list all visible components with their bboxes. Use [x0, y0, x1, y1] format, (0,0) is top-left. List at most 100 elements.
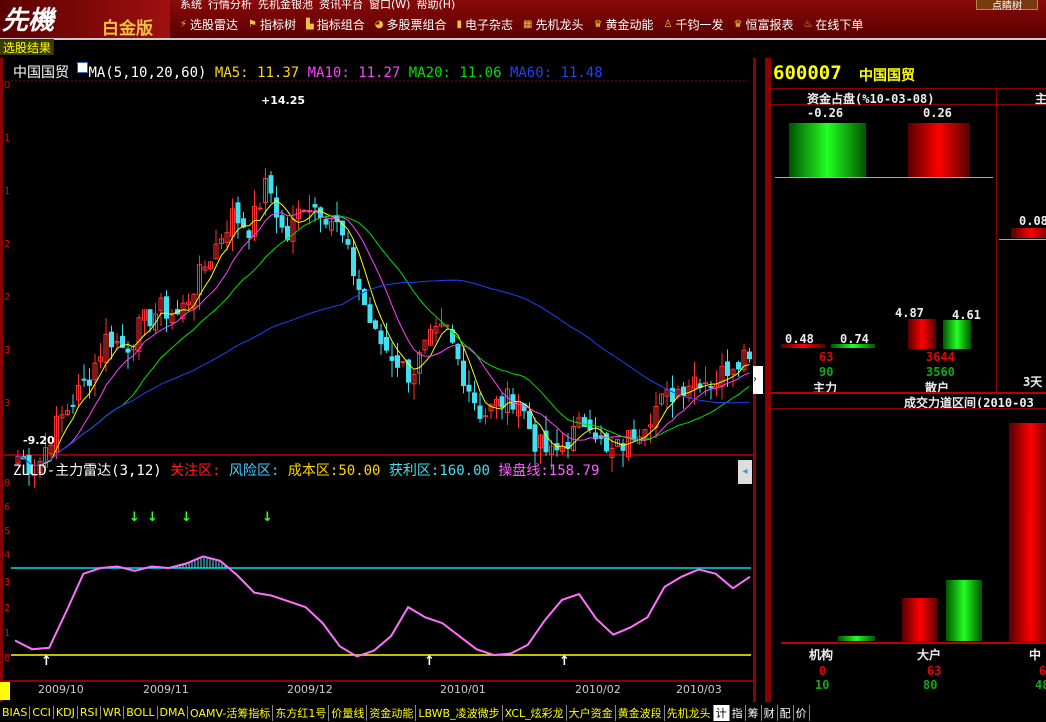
toolbar-button[interactable]: ◕ 多股票组合 [375, 16, 447, 33]
menu-item[interactable]: 帮助(H) [416, 0, 455, 11]
menu-item[interactable]: 先机金银池 [258, 0, 313, 11]
toolbar-button[interactable]: ▙ 指标组合 [306, 16, 365, 33]
candle [466, 384, 472, 392]
fund-flow-panel: 600007 中国国贸 资金占盘(%10-03-08) 主 -0.26 0.26… [765, 58, 1046, 702]
sell-arrow-icon: ↓ [262, 510, 273, 525]
y-tick: 3 [4, 398, 10, 409]
candle [164, 296, 169, 319]
high-label: +14.25 [261, 94, 305, 107]
expand-right-panel-button[interactable]: › [753, 366, 763, 394]
indicator-tabs: BIAS CCI KDJ RSI WR BOLL DMA OAMV-活筹指标 东方红1号 价量线资… [0, 703, 1046, 722]
candle [367, 304, 373, 323]
toolbar: ⚡ 选股雷达 ⚑ 指标树 ▙ 指标组合 ◕ 多股票组合 ▮ 电子杂志 ▦ 先机龙头 ♛ 黄金动能 ♙ 千钧一发… [180, 16, 863, 33]
risk-zone: 风险区: [229, 463, 280, 479]
trade-line-curve [14, 555, 751, 658]
toolbar-label: 多股票组合 [386, 18, 447, 32]
date-label: 2010/02 [575, 683, 621, 696]
calendar-icon: ▦ [523, 19, 533, 30]
tab-bar [0, 38, 1046, 56]
tab-14[interactable]: 黄金波段 [616, 704, 665, 721]
toolbar-button[interactable]: ♛ 恒富报表 [733, 16, 793, 33]
candle [477, 405, 483, 419]
tab-select-results[interactable]: 选股结果 [0, 39, 55, 55]
candle [532, 424, 538, 452]
tab-11[interactable]: LBWB_凌波微步 [416, 704, 503, 721]
candle [395, 355, 400, 368]
menu-item[interactable]: 资讯平台 [319, 0, 363, 11]
crown-icon: ♛ [733, 19, 743, 30]
tab-13[interactable]: 大户资金 [567, 704, 616, 721]
indicator-title: ZLLD-主力雷达(3,12) [13, 463, 162, 479]
logo: 先機 白金版 [0, 0, 170, 39]
candle [703, 382, 708, 385]
date-label: 2009/10 [38, 683, 84, 696]
tab-0[interactable]: BIAS [0, 706, 31, 719]
chart-area: 中国国贸 MA(5,10,20,60) MA5: 11.37 MA10: 11.… [0, 58, 763, 702]
date-label: 2009/12 [287, 683, 333, 696]
tab-10[interactable]: 资金动能 [367, 704, 417, 721]
login-button[interactable]: 点睛树 [976, 0, 1038, 12]
sell-arrow-icon: ↓ [129, 510, 140, 525]
tab-4[interactable]: WR [101, 706, 125, 719]
tab-12[interactable]: XCL_炫彩龙 [503, 704, 567, 721]
tab-1[interactable]: CCI [30, 706, 54, 719]
tab-3[interactable]: RSI [78, 706, 101, 719]
candle [670, 387, 675, 403]
candle [235, 202, 241, 224]
buy-arrow-icon: ↑ [559, 654, 570, 669]
value: 63 [819, 350, 834, 364]
tab-19[interactable]: 财 [762, 704, 778, 721]
buy-arrow-icon: ↑ [424, 654, 435, 669]
menu-item[interactable]: 窗口(W) [369, 0, 410, 11]
y-tick: 8 [4, 478, 10, 489]
candle [351, 247, 356, 277]
value: 90 [819, 365, 834, 379]
toolbar-button[interactable]: ♛ 黄金动能 [594, 16, 654, 33]
candle [499, 396, 505, 408]
value: 0.26 [923, 106, 952, 120]
candle [455, 343, 461, 360]
candle [81, 378, 87, 381]
date-label: 2009/11 [143, 683, 189, 696]
date-axis: 2009/10 2009/11 2009/12 2010/01 2010/02 2010/… [0, 683, 756, 701]
tab-15[interactable]: 先机龙头 [665, 704, 714, 721]
y-tick: 1 [4, 133, 10, 144]
y-tick: 2 [4, 292, 10, 303]
buy-arrow-icon: ↑ [41, 654, 52, 669]
toolbar-button[interactable]: ⚑ 指标树 [248, 16, 296, 33]
tab-6[interactable]: DMA [158, 706, 189, 719]
tab-8[interactable]: 东方红1号 [273, 704, 330, 721]
group-n1: 61 [1039, 664, 1046, 678]
toolbar-button[interactable]: ⚡ 选股雷达 [180, 16, 238, 33]
stock-code: 600007 [773, 62, 842, 84]
menu-item[interactable]: 系统 [180, 0, 202, 11]
tab-2[interactable]: KDJ [54, 706, 78, 719]
ma20-line [17, 214, 750, 467]
candle [725, 361, 730, 377]
candle [736, 362, 741, 370]
menu-item[interactable]: 行情分析 [208, 0, 252, 11]
candle [708, 386, 714, 389]
y-tick: 0 [4, 80, 10, 91]
tab-9[interactable]: 价量线 [329, 704, 368, 721]
toolbar-button[interactable]: ▦ 先机龙头 [523, 16, 583, 33]
tab-7[interactable]: OAMV-活筹指标 [188, 704, 274, 721]
price-and-indicator-chart[interactable]: 0 1 1 2 2 3 3 +14.25 -9.20 8 6 5 4 3 2 1 8 ↓ ↓ ↓ ↓ ↑ ↑ ↑ [3, 58, 756, 702]
toolbar-button[interactable]: ▮ 电子杂志 [457, 16, 514, 33]
toolbar-button[interactable]: ♙ 千钧一发 [663, 16, 723, 33]
candle [389, 356, 395, 361]
tab-5[interactable]: BOLL [124, 706, 158, 719]
candle [472, 392, 477, 404]
tab-20[interactable]: 配 [778, 704, 794, 721]
tab-21[interactable]: 价 [794, 704, 810, 721]
tab-17[interactable]: 指 [730, 704, 746, 721]
toolbar-label: 电子杂志 [465, 18, 514, 32]
tab-16[interactable]: 计 [713, 704, 730, 721]
candle [582, 417, 587, 427]
y-tick: 3 [4, 577, 10, 588]
collapse-button[interactable]: ◂ [738, 460, 752, 484]
y-tick: 2 [4, 603, 10, 614]
bar [908, 123, 970, 177]
toolbar-button[interactable]: ♨ 在线下单 [803, 16, 863, 33]
tab-18[interactable]: 筹 [746, 704, 762, 721]
